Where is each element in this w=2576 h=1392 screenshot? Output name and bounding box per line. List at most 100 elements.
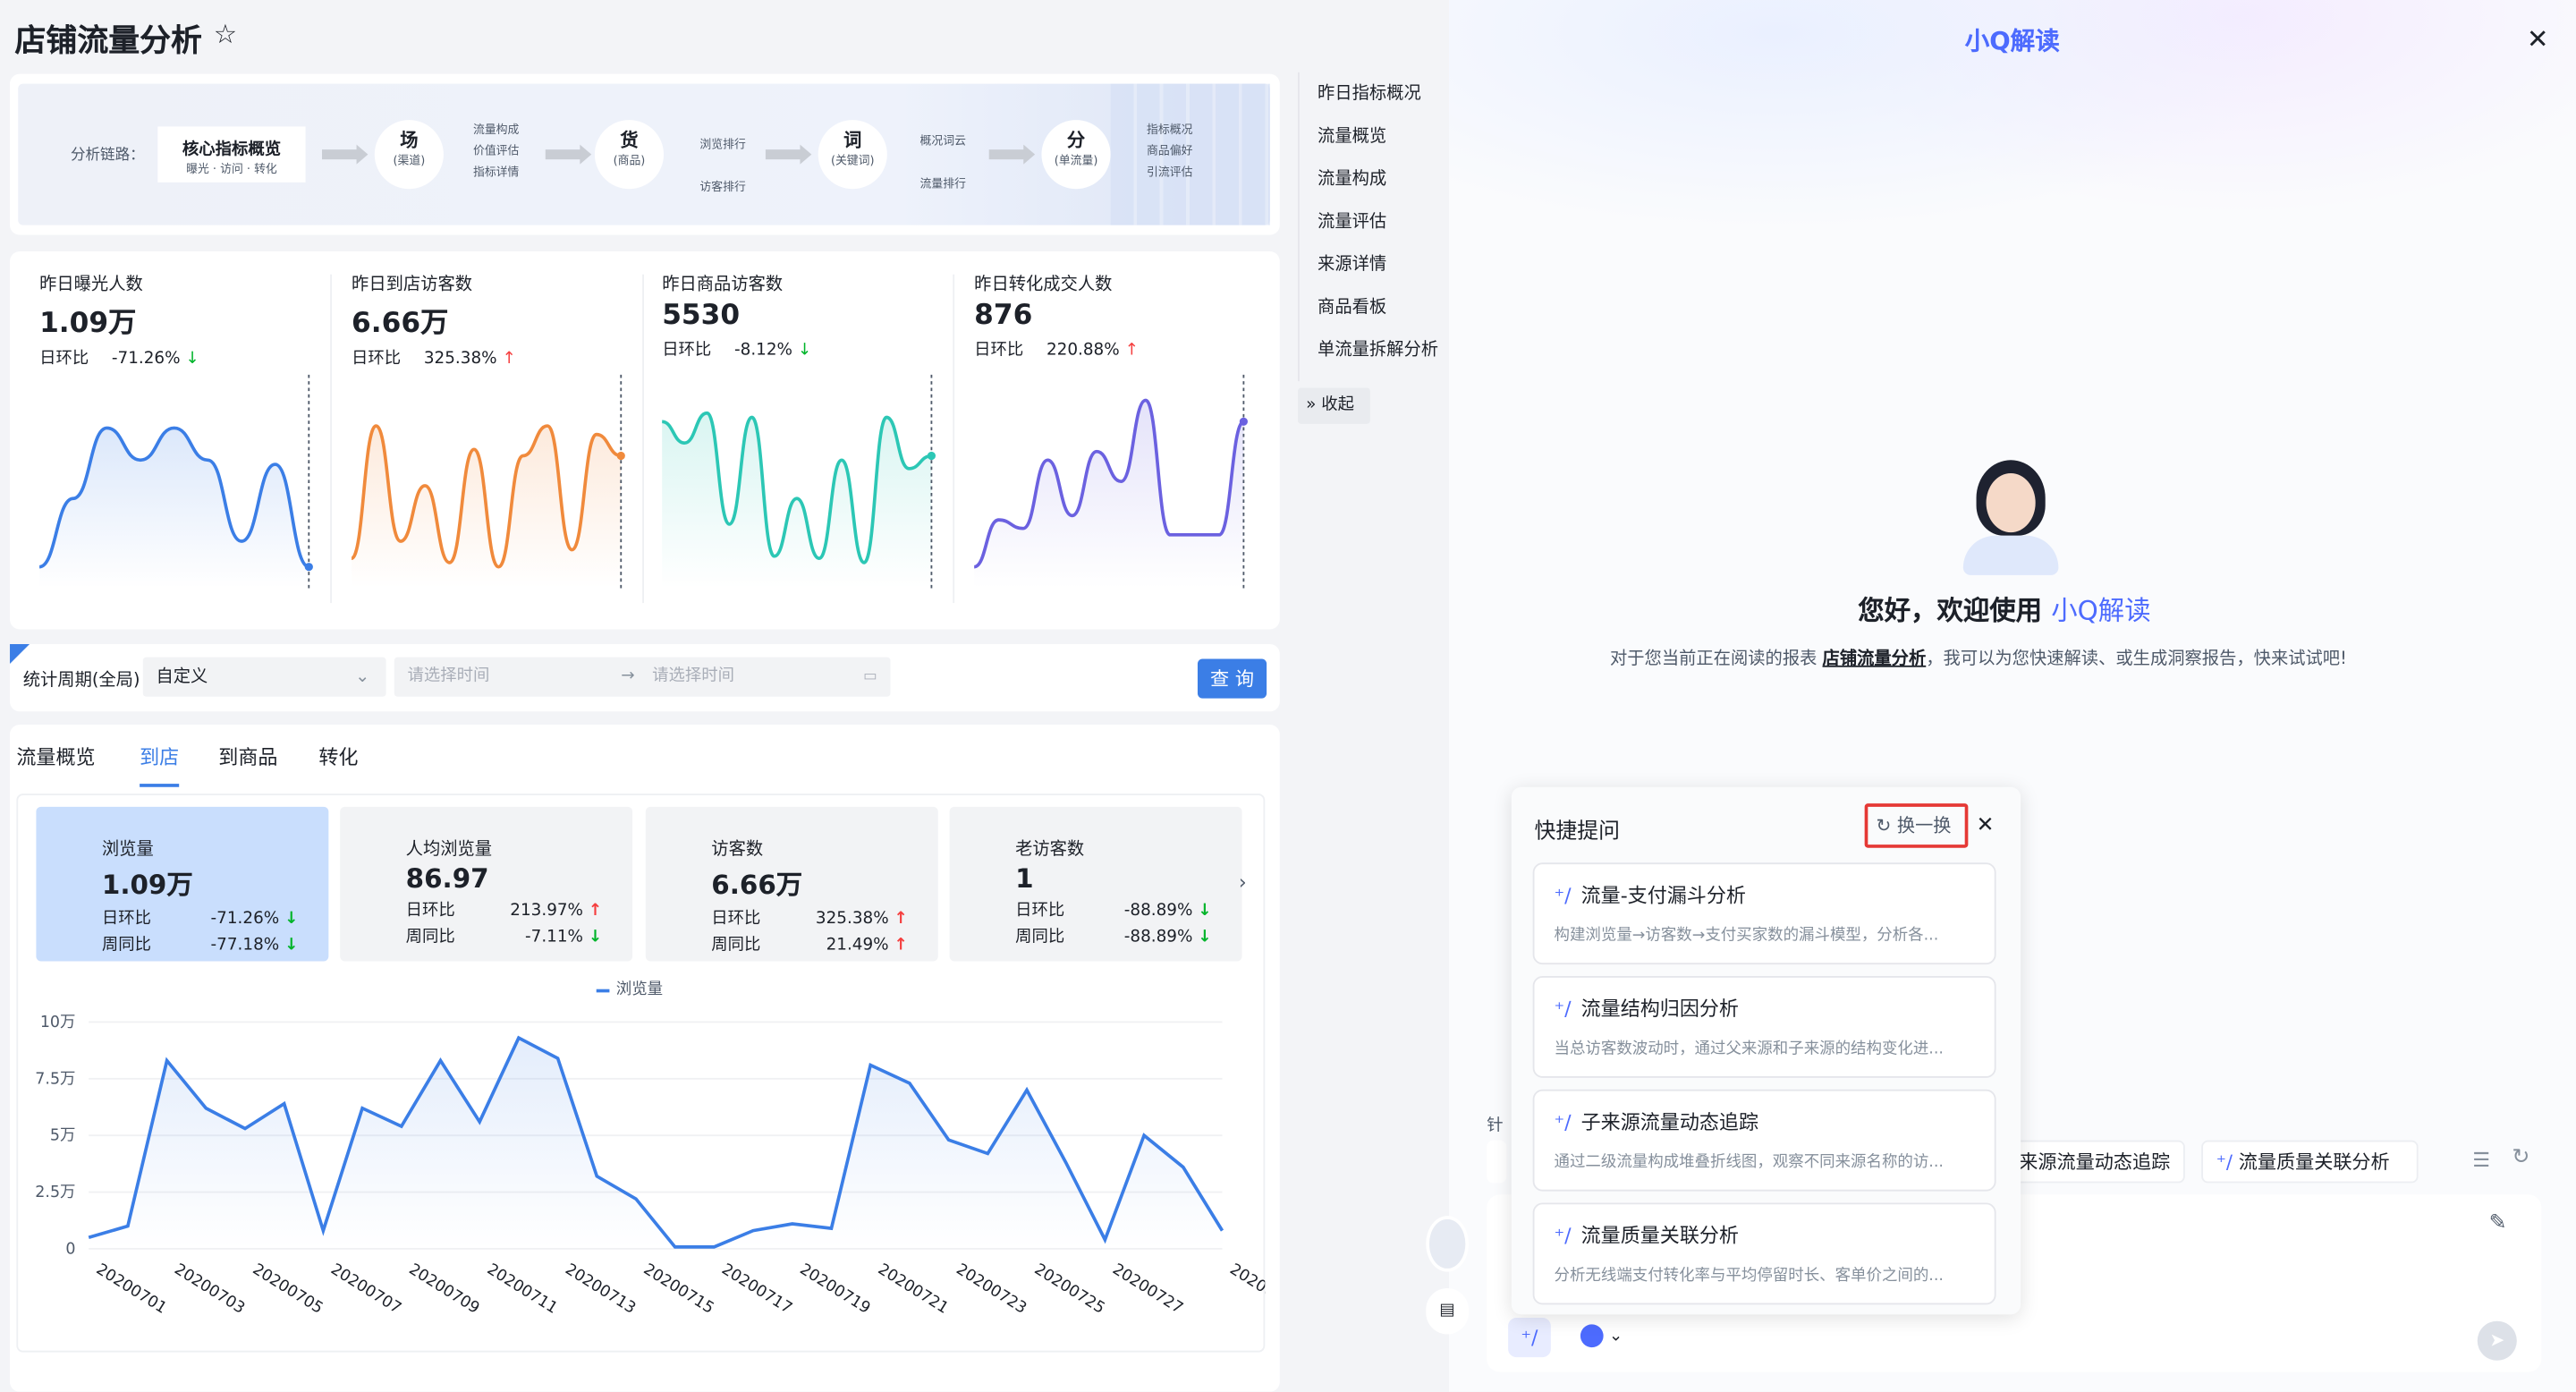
chain-node-goods: 货 (商品) xyxy=(594,120,665,190)
close-popup-icon[interactable]: ✕ xyxy=(1977,813,1995,838)
x-tick-label: 20200711 xyxy=(484,1260,561,1318)
query-button[interactable]: 查 询 xyxy=(1197,658,1267,699)
period-select[interactable]: 自定义 ⌄ xyxy=(142,657,386,697)
quick-question-item[interactable]: ⁺∕ 流量质量关联分析 分析无线端支付转化率与平均停留时长、客单价之间的... xyxy=(1532,1202,1996,1305)
star-icon[interactable]: ☆ xyxy=(214,18,237,49)
arrow-down-icon: ↓ xyxy=(185,350,199,369)
chain-node-keyword: 词 (关键词) xyxy=(818,120,887,190)
kpi-1[interactable]: 昨日到店访客数 6.66万 日环比 325.38% ↑ xyxy=(352,271,648,369)
date-range-picker[interactable]: 请选择时间 → 请选择时间 ▭ xyxy=(394,657,891,697)
kpi-3[interactable]: 昨日转化成交人数 876 日环比 220.88% ↑ xyxy=(974,271,1270,361)
metric-card[interactable]: 人均浏览量 86.97 日环比 213.97% ↑ 周同比 -7.11% ↓ xyxy=(340,806,633,962)
x-tick-label: 20200725 xyxy=(1031,1260,1108,1318)
assistant-description: 对于您当前正在阅读的报表 店铺流量分析，我可以为您快速解读、或生成洞察报告，快来… xyxy=(1609,649,2347,669)
chain-node-channel: 场 (渠道) xyxy=(374,120,444,190)
x-tick-label: 20200707 xyxy=(327,1260,404,1318)
metric-card[interactable]: 老访客数 1 日环比 -88.89% ↓ 周同比 -88.89% ↓ xyxy=(949,806,1242,962)
tab-3[interactable]: 转化 xyxy=(318,743,358,770)
x-tick-label: 20200730 xyxy=(1226,1260,1265,1318)
arrow-down-icon: ↓ xyxy=(284,910,299,929)
arrow-up-icon: ↑ xyxy=(894,936,908,955)
toc-item[interactable]: 昨日指标概况 xyxy=(1318,72,1438,115)
kpi-value: 1.09万 xyxy=(39,307,137,341)
core-sub: 曝光 · 访问 · 转化 xyxy=(186,162,277,176)
x-tick-label: 20200701 xyxy=(93,1260,170,1318)
arrow-down-icon: ↓ xyxy=(284,936,299,955)
x-tick-label: 20200721 xyxy=(875,1260,952,1318)
start-date-input[interactable]: 请选择时间 xyxy=(408,658,490,697)
refresh-icon[interactable]: ↻ xyxy=(2512,1145,2529,1170)
toc-item[interactable]: 流量概览 xyxy=(1318,115,1438,158)
chevron-down-icon: ⌄ xyxy=(1608,1328,1623,1346)
end-date-input[interactable]: 请选择时间 xyxy=(652,658,734,697)
metric-compare-label: 周同比 xyxy=(1015,928,1065,946)
next-cards-icon[interactable]: › xyxy=(1239,870,1247,894)
chain-label: 分析链路： xyxy=(70,148,145,165)
float-avatar[interactable] xyxy=(1426,1216,1470,1272)
float-doc-button[interactable]: ▤ xyxy=(1426,1287,1470,1335)
model-select[interactable]: ⌄ xyxy=(1565,1318,1638,1357)
toc-item[interactable]: 流量评估 xyxy=(1318,200,1438,243)
kpi-compare-label: 日环比 xyxy=(662,342,712,361)
kpi-label: 昨日商品访客数 xyxy=(662,274,784,294)
arrow-down-icon: ↓ xyxy=(797,342,812,361)
x-tick-label: 20200717 xyxy=(718,1260,795,1318)
list-icon[interactable]: ☰ xyxy=(2472,1149,2490,1172)
metric-label: 老访客数 xyxy=(1015,839,1085,860)
kpi-sparkline xyxy=(38,374,313,589)
series-area xyxy=(89,1038,1223,1249)
metric-compare-label: 周同比 xyxy=(711,936,761,955)
toc-line xyxy=(1297,72,1300,382)
quick-question-item[interactable]: ⁺∕ 流量-支付漏斗分析 构建浏览量→访客数→支付买家数的漏斗模型，分析各... xyxy=(1532,862,1996,965)
metric-value: 86.97 xyxy=(405,862,489,895)
quick-question-item[interactable]: ⁺∕ 子来源流量动态追踪 通过二级流量构成堆叠折线图，观察不同来源名称的访... xyxy=(1532,1089,1996,1192)
kpi-compare-value: -8.12% xyxy=(734,342,793,361)
metric-value: 6.66万 xyxy=(711,869,803,901)
x-tick-label: 20200719 xyxy=(796,1260,873,1318)
x-tick-label: 20200723 xyxy=(953,1260,1030,1318)
magic-wand-button[interactable]: ⁺∕ xyxy=(1508,1318,1551,1358)
legend[interactable]: 浏览量 xyxy=(596,976,663,999)
quick-question-desc: 通过二级流量构成堆叠折线图，观察不同来源名称的访... xyxy=(1554,1153,1944,1172)
toc-item[interactable]: 流量构成 xyxy=(1318,157,1438,200)
suggestion-chip-dynamic[interactable]: 来源流量动态追踪 xyxy=(2007,1140,2185,1184)
tab-2[interactable]: 到商品 xyxy=(218,743,277,770)
suggestion-chip-partial[interactable] xyxy=(1487,1140,1507,1184)
kpi-0[interactable]: 昨日曝光人数 1.09万 日环比 -71.26% ↓ xyxy=(39,271,335,369)
metric-card[interactable]: 浏览量 1.09万 日环比 -71.26% ↓ 周同比 -77.18% ↓ xyxy=(36,806,329,962)
close-icon[interactable]: ✕ xyxy=(2527,23,2549,55)
quick-question-item[interactable]: ⁺∕ 流量结构归因分析 当总访客数波动时，通过父来源和子来源的结构变化进... xyxy=(1532,975,1996,1078)
filter-flag-icon xyxy=(10,643,30,665)
send-button[interactable]: ➤ xyxy=(2477,1320,2517,1361)
report-link[interactable]: 店铺流量分析 xyxy=(1823,649,1927,668)
refresh-questions-button[interactable]: ↻ 换一换 xyxy=(1864,803,1969,848)
metric-card[interactable]: 访客数 6.66万 日环比 325.38% ↑ 周同比 21.49% ↑ xyxy=(645,806,938,962)
chevron-down-icon: ⌄ xyxy=(355,666,370,687)
magic-icon: ⁺∕ xyxy=(2216,1150,2233,1174)
edit-icon[interactable]: ✎ xyxy=(2489,1211,2507,1236)
toc-item[interactable]: 单流量拆解分析 xyxy=(1318,328,1438,371)
kpi-compare-label: 日环比 xyxy=(39,350,89,369)
sparkline-last-point xyxy=(927,451,936,461)
x-tick-label: 20200703 xyxy=(171,1260,248,1318)
collapse-icon: » xyxy=(1306,395,1317,414)
filter-label: 统计周期(全局) xyxy=(22,670,140,691)
kpi-2[interactable]: 昨日商品访客数 5530 日环比 -8.12% ↓ xyxy=(662,271,958,361)
arrow-down-icon: ↓ xyxy=(588,928,603,946)
arrow-up-icon: ↑ xyxy=(1124,342,1139,361)
arrow-right-icon: → xyxy=(621,666,635,685)
kpi-compare-value: 325.38% xyxy=(423,350,497,369)
kpi-sparkline xyxy=(661,374,936,589)
page-title: 店铺流量分析 xyxy=(14,22,202,60)
toc-collapse-button[interactable]: » 收起 xyxy=(1297,387,1370,424)
toc-item[interactable]: 商品看板 xyxy=(1318,286,1438,329)
toc-item[interactable]: 来源详情 xyxy=(1318,243,1438,286)
tab-1[interactable]: 到店 xyxy=(140,743,180,787)
sparkline-area xyxy=(974,400,1244,589)
model-logo-icon xyxy=(1580,1324,1604,1348)
tab-0[interactable]: 流量概览 xyxy=(16,743,95,770)
x-tick-label: 20200713 xyxy=(562,1260,639,1318)
suggestion-chip-quality[interactable]: ⁺∕ 流量质量关联分析 xyxy=(2201,1140,2419,1184)
kpi-value: 6.66万 xyxy=(352,307,449,341)
metric-compare-value: -88.89% xyxy=(1123,902,1193,921)
